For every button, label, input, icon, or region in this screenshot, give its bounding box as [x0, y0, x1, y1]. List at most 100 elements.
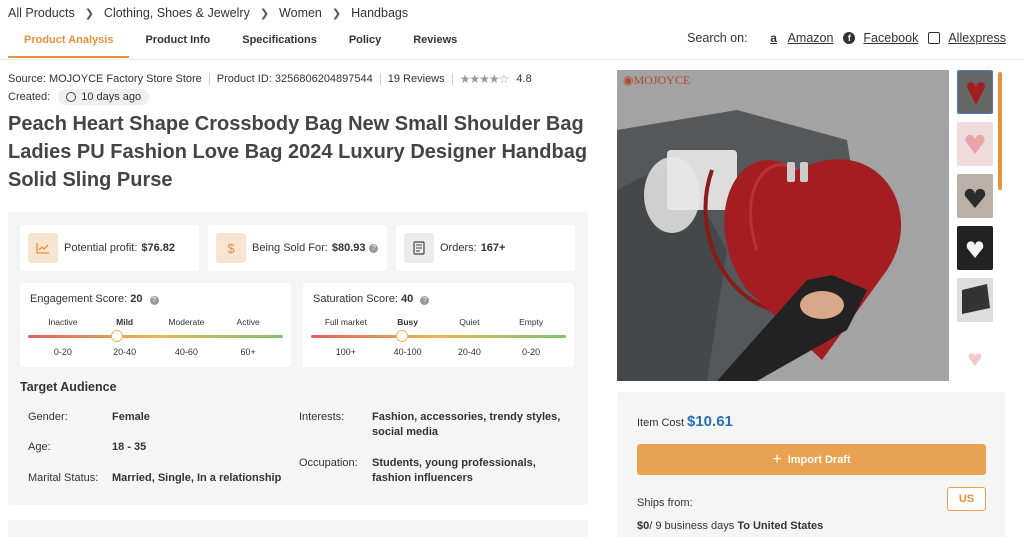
age-value: 18 - 35	[112, 441, 147, 453]
interests-label: Interests:	[299, 411, 345, 423]
breadcrumb-item-clothing[interactable]: Clothing, Shoes & Jewelry	[104, 6, 250, 20]
info-icon[interactable]: ?	[369, 243, 379, 253]
tab-product-analysis[interactable]: Product Analysis	[8, 28, 130, 58]
saturation-label: Saturation Score:	[313, 293, 398, 305]
thumbnail[interactable]	[957, 70, 993, 114]
created-label: Created:	[8, 91, 51, 103]
amazon-icon: a	[770, 31, 777, 45]
occupation-value: Students, young professionals, fashion i…	[372, 457, 536, 484]
marital-value: Married, Single, In a relationship	[112, 472, 282, 484]
engagement-level: Moderate	[168, 317, 205, 327]
chevron-right-icon: ❯	[259, 7, 270, 20]
product-id: Product ID: 3256806204897544	[216, 73, 373, 85]
ships-from-country-button[interactable]: US	[947, 487, 986, 511]
saturation-level: Full market	[324, 317, 367, 327]
created-chip: 10 days ago	[58, 89, 150, 105]
import-draft-label: Import Draft	[787, 453, 851, 466]
engagement-range: 20-40	[113, 347, 137, 357]
saturation-range: 40-100	[393, 347, 422, 357]
marital-label: Marital Status:	[28, 472, 99, 484]
rating-value: 4.8	[516, 73, 532, 85]
gender-label: Gender:	[28, 411, 68, 423]
engagement-level: Inactive	[48, 317, 78, 327]
saturation-ranges: 100+ 40-100 20-40 0-20	[315, 347, 562, 357]
info-icon[interactable]: ?	[149, 296, 159, 305]
target-audience-title: Target Audience	[20, 380, 117, 394]
saturation-marker	[396, 330, 408, 342]
thumbnail[interactable]	[957, 278, 993, 322]
info-icon[interactable]: ?	[420, 296, 430, 305]
search-amazon-link[interactable]: a Amazon	[768, 31, 834, 45]
engagement-levels: Inactive Mild Moderate Active	[32, 317, 279, 327]
reviews-count[interactable]: 19 Reviews	[388, 73, 445, 85]
saturation-range: 20-40	[457, 347, 481, 357]
mail-icon	[928, 32, 941, 44]
import-draft-button[interactable]: + Import Draft	[637, 444, 986, 475]
tab-policy[interactable]: Policy	[333, 28, 397, 58]
delivery-info: $0/ 9 business days To United States	[637, 520, 823, 532]
tab-divider	[0, 59, 1024, 60]
search-amazon-label: Amazon	[787, 31, 834, 45]
thumbnail[interactable]	[957, 330, 993, 374]
search-facebook-link[interactable]: f Facebook	[843, 31, 918, 45]
thumbnail[interactable]	[957, 174, 993, 218]
saturation-range: 0-20	[522, 347, 541, 357]
created-value: 10 days ago	[81, 91, 142, 103]
engagement-value: 20	[130, 293, 143, 305]
orders-value: 167+	[480, 242, 506, 254]
breadcrumb-item-women[interactable]: Women	[279, 6, 322, 20]
engagement-score-card: Engagement Score: 20 ? Inactive Mild Mod…	[20, 283, 291, 367]
created-row: Created: 10 days ago	[8, 89, 150, 105]
engagement-ranges: 0-20 20-40 40-60 60+	[32, 347, 279, 357]
product-title: Peach Heart Shape Crossbody Bag New Smal…	[8, 113, 588, 191]
sold-for-card: $ Being Sold For: $80.93 ?	[208, 225, 387, 271]
tab-product-info[interactable]: Product Info	[129, 28, 226, 58]
engagement-marker	[111, 330, 123, 342]
saturation-range: 100+	[335, 347, 357, 357]
source-store: Source: MOJOYCE Factory Store Store	[8, 73, 202, 85]
breadcrumb-item-all-products[interactable]: All Products	[8, 6, 75, 20]
saturation-value: 40	[401, 293, 414, 305]
engagement-range: 40-60	[174, 347, 198, 357]
saturation-score-title: Saturation Score: 40 ?	[313, 293, 430, 305]
breadcrumb-item-handbags[interactable]: Handbags	[351, 6, 408, 20]
engagement-score-title: Engagement Score: 20 ?	[30, 293, 159, 305]
engagement-range: 0-20	[53, 347, 72, 357]
social-card	[8, 520, 588, 537]
thumbnail[interactable]	[957, 226, 993, 270]
item-cost-value: $10.61	[687, 413, 733, 430]
tab-reviews[interactable]: Reviews	[397, 28, 473, 58]
divider	[451, 73, 453, 85]
engagement-gradient-bar	[28, 335, 283, 338]
divider	[208, 73, 210, 85]
tab-specifications[interactable]: Specifications	[226, 28, 333, 58]
search-aliexpress-link[interactable]: Allexpress	[928, 31, 1006, 45]
sold-label: Being Sold For:	[252, 242, 328, 254]
product-meta: Source: MOJOYCE Factory Store Store Prod…	[8, 72, 532, 86]
orders-card: Orders: 167+	[396, 225, 575, 271]
clock-icon	[66, 92, 77, 102]
profit-label: Potential profit:	[64, 242, 138, 254]
occupation-label: Occupation:	[299, 457, 358, 469]
sold-value: $80.93	[331, 242, 366, 254]
handbag-photo: ◉MOJOYCE	[617, 70, 949, 381]
thumbnail-scrollbar[interactable]	[998, 72, 1002, 190]
saturation-gradient-bar	[311, 335, 566, 338]
star-rating-icon: ★★★★☆	[459, 72, 510, 86]
product-main-image[interactable]: ◉MOJOYCE	[617, 70, 949, 381]
divider	[379, 73, 381, 85]
profit-card: Potential profit: $76.82	[20, 225, 199, 271]
orders-label: Orders:	[440, 242, 477, 254]
engagement-level-active: Mild	[116, 317, 134, 327]
thumbnail[interactable]	[957, 122, 993, 166]
search-on-label: Search on:	[687, 31, 748, 45]
breadcrumb: All Products ❯ Clothing, Shoes & Jewelry…	[8, 5, 408, 21]
engagement-range: 60+	[240, 347, 256, 357]
dollar-icon: $	[216, 233, 246, 263]
engagement-level: Active	[236, 317, 260, 327]
saturation-level-active: Busy	[397, 317, 419, 327]
saturation-levels: Full market Busy Quiet Empty	[315, 317, 562, 327]
chevron-right-icon: ❯	[331, 7, 342, 20]
saturation-score-card: Saturation Score: 40 ? Full market Busy …	[303, 283, 574, 367]
brand-logo-text: MOJOYCE	[633, 73, 690, 87]
